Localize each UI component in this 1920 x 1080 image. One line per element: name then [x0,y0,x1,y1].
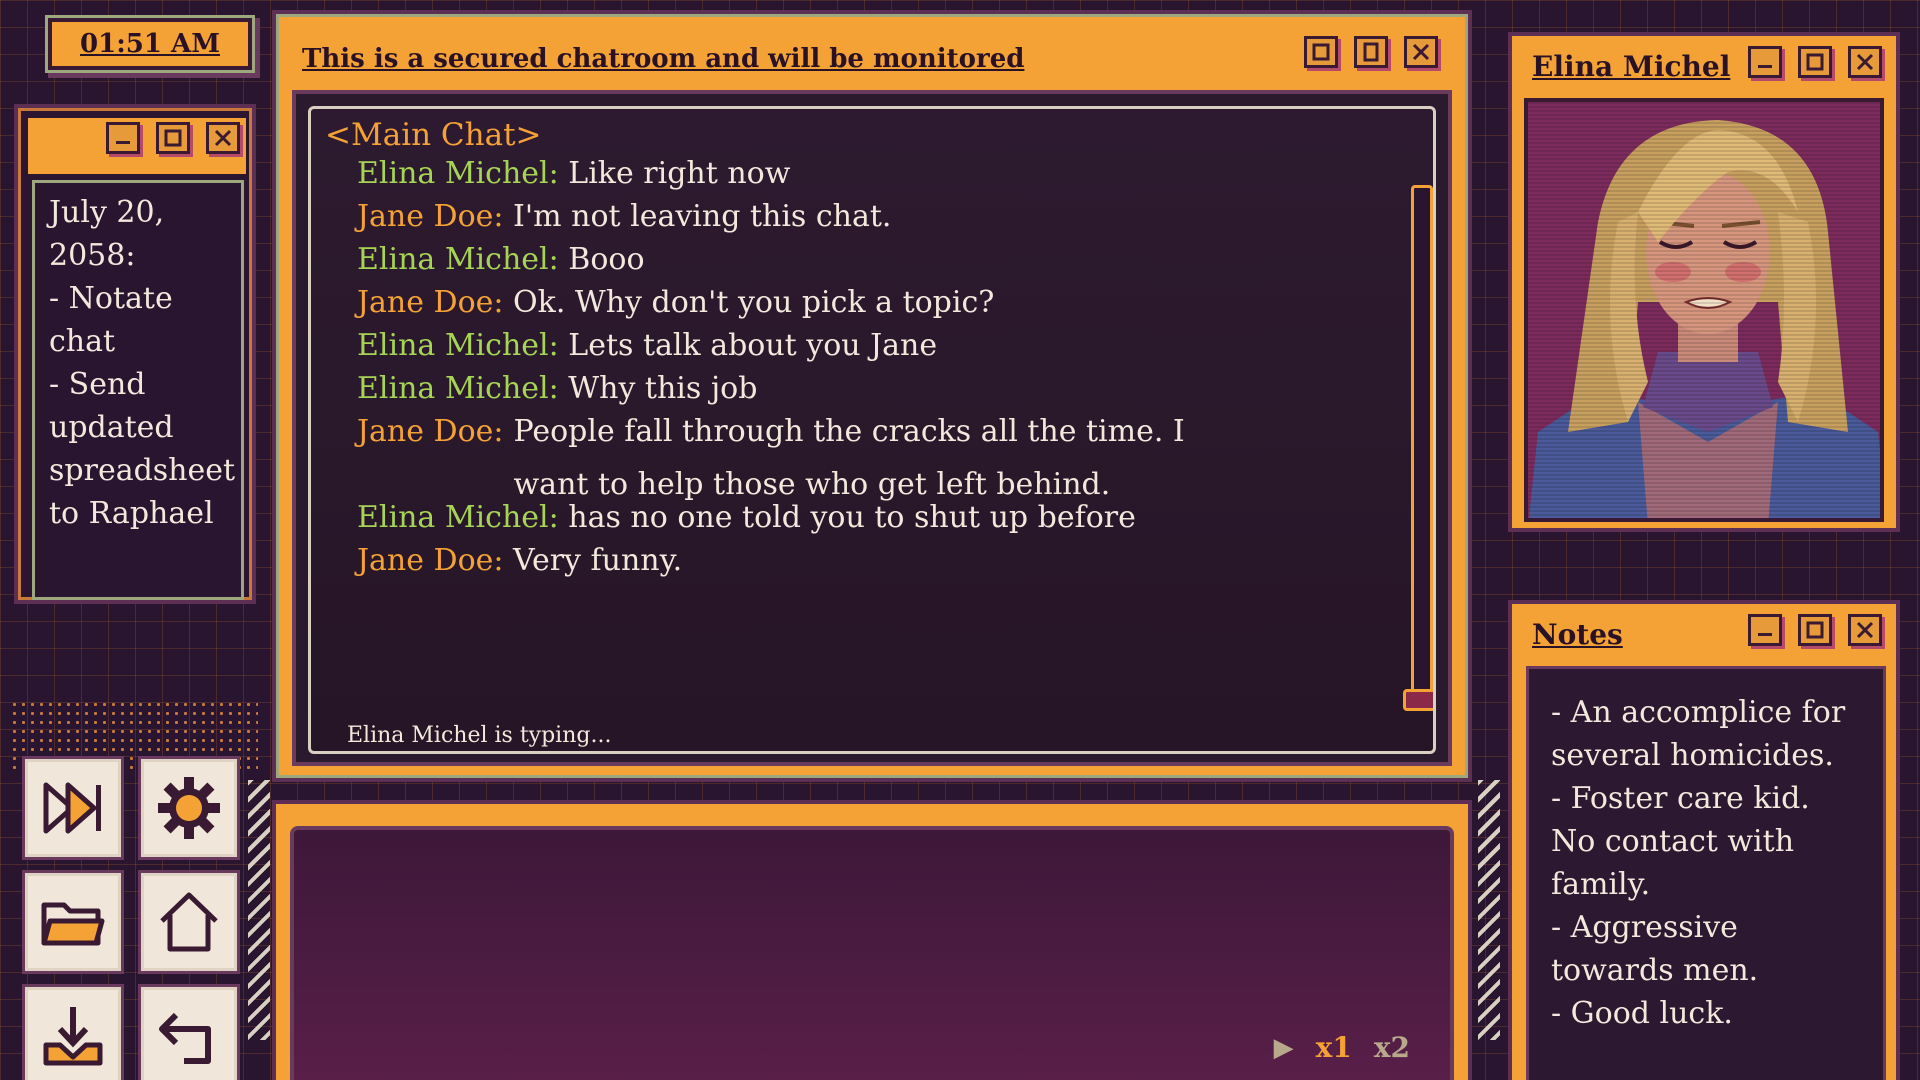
message-speaker: Elina Michel: [357,371,559,406]
message-input-area[interactable]: ▶ x1 x2 [290,826,1454,1080]
stripe-decoration [1478,780,1500,1040]
maximize-button[interactable] [1354,36,1388,68]
minimize-icon [1758,633,1772,636]
home-icon [160,892,218,952]
close-icon [214,129,232,147]
message-text: has no one told you to shut up before [568,500,1136,535]
fast-forward-button[interactable] [22,756,124,860]
message-text: Why this job [568,371,758,406]
chat-scrollbar[interactable] [1411,185,1433,705]
chat-message: Jane Doe: Very funny. [357,534,1357,587]
message-text: I'm not leaving this chat. [513,199,892,234]
typing-indicator: Elina Michel is typing... [347,723,612,748]
maximize-icon [1363,42,1379,62]
maximize-icon [1806,621,1824,639]
minimize-icon [116,141,130,144]
chat-log[interactable]: <Main Chat> Elina Michel: Like right now… [308,106,1436,754]
close-button[interactable] [206,122,240,154]
clock-display: 01:51 AM [48,18,252,70]
message-speaker: Elina Michel: [357,156,559,191]
message-text: Lets talk about you Jane [568,328,938,363]
minimize-button[interactable] [1304,36,1338,68]
folder-icon [41,902,105,946]
message-speaker: Jane Doe: [357,285,504,320]
message-input-window: ▶ x1 x2 [272,800,1472,1080]
close-button[interactable] [1848,46,1882,78]
close-icon [1856,621,1874,639]
back-button[interactable] [138,984,240,1080]
notes-window: Notes - An accomplice for several homici… [1508,600,1900,1080]
speed-x1-button[interactable]: x1 [1316,1031,1352,1064]
message-speaker: Elina Michel: [357,328,559,363]
message-text: Booo [568,242,645,277]
message-text: Ok. Why don't you pick a topic? [513,285,995,320]
message-speaker: Jane Doe: [357,543,504,578]
notes-text: - An accomplice for several homicides. -… [1526,666,1886,1080]
character-portrait-image [1528,102,1880,518]
minimize-button[interactable] [106,122,140,154]
chat-scrollbar-thumb[interactable] [1403,689,1433,711]
fast-forward-icon [43,782,101,834]
settings-button[interactable] [138,756,240,860]
minimize-icon [1758,65,1772,68]
home-button[interactable] [138,870,240,974]
maximize-button[interactable] [1798,46,1832,78]
save-download-icon [43,1007,103,1066]
close-button[interactable] [1848,614,1882,646]
todo-window: July 20, 2058: - Notate chat - Send upda… [14,104,256,604]
character-portrait [1524,98,1884,522]
portrait-window: Elina Michel [1508,32,1900,532]
chat-log-panel: <Main Chat> Elina Michel: Like right now… [292,90,1452,766]
back-arrow-icon [159,1012,211,1064]
close-icon [1856,53,1874,71]
minimize-button[interactable] [1748,614,1782,646]
portrait-name: Elina Michel [1532,50,1731,83]
maximize-icon [164,129,182,147]
stripe-decoration [248,780,270,1040]
minimize-icon [1312,43,1330,61]
maximize-button[interactable] [1798,614,1832,646]
message-speaker: Jane Doe: [357,199,504,234]
close-icon [1412,43,1430,61]
save-button[interactable] [22,984,124,1080]
chat-window: This is a secured chatroom and will be m… [272,10,1472,782]
message-text: Like right now [568,156,791,191]
maximize-button[interactable] [156,122,190,154]
chat-window-title: This is a secured chatroom and will be m… [302,44,1025,74]
message-speaker: Elina Michel: [357,242,559,277]
load-button[interactable] [22,870,124,974]
speed-x2-button[interactable]: x2 [1374,1031,1410,1064]
text-speed-controls: ▶ x1 x2 [1274,1031,1410,1064]
close-button[interactable] [1404,36,1438,68]
message-text: Very funny. [513,543,683,578]
todo-text: July 20, 2058: - Notate chat - Send upda… [32,180,244,600]
play-icon[interactable]: ▶ [1274,1033,1294,1063]
minimize-button[interactable] [1748,46,1782,78]
notes-title: Notes [1532,618,1623,651]
maximize-icon [1806,53,1824,71]
message-speaker: Elina Michel: [357,500,559,535]
gear-icon [158,777,220,839]
